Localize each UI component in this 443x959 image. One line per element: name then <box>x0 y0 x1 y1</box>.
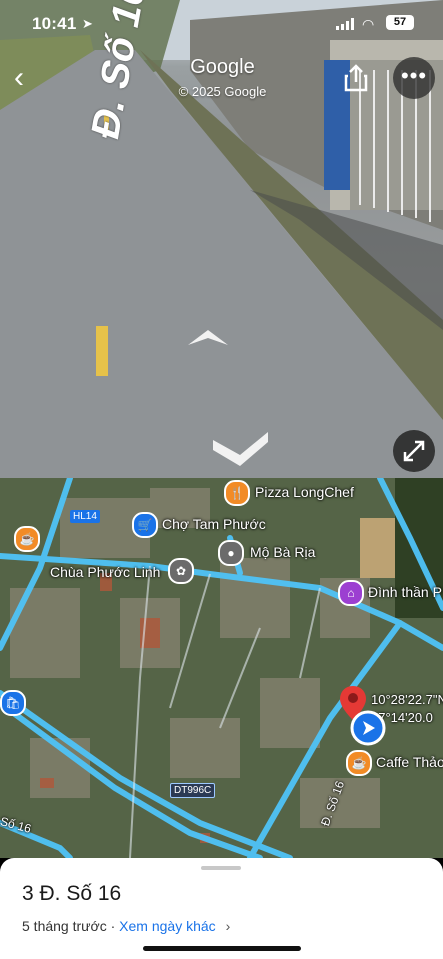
road-label-hl14: HL14 <box>70 510 100 523</box>
cafe-icon[interactable]: ☕ <box>14 526 40 552</box>
separator: · <box>110 918 116 934</box>
address-title: 3 Đ. Số 16 <box>22 882 122 905</box>
back-arrow-icon[interactable]: ‹ <box>14 63 42 93</box>
status-bar: 10:41 ➤ ◠ 57 <box>0 0 443 44</box>
restaurant-icon[interactable]: 🍴 <box>224 480 250 506</box>
copyright-text: © 2025 Google <box>178 84 267 99</box>
more-options-icon[interactable]: ••• <box>393 57 435 99</box>
bottom-sheet[interactable]: 3 Đ. Số 16 5 tháng trước · Xem ngày khác… <box>0 858 443 959</box>
capture-info: 5 tháng trước · Xem ngày khác › <box>22 918 230 934</box>
chevron-right-icon[interactable]: › <box>226 918 231 934</box>
sheet-handle[interactable] <box>201 866 241 870</box>
home-indicator <box>143 946 301 951</box>
temple-icon[interactable]: ✿ <box>168 558 194 584</box>
location-arrow-icon: ➤ <box>82 16 93 31</box>
street-view-panel[interactable]: Đ. Số 16 10:41 ➤ ◠ 57 ‹ Google © 2025 Go… <box>0 0 443 478</box>
poi-cho-tam-phuoc[interactable]: Chợ Tam Phước <box>162 516 266 532</box>
poi-pizza-longchef[interactable]: Pizza LongChef <box>255 484 354 500</box>
poi-caffe-thao[interactable]: Caffe Thảo <box>376 754 443 770</box>
street-view-title: Google <box>190 56 255 78</box>
wifi-icon: ◠ <box>362 16 375 32</box>
coordinate-lat: 10°28'22.7"N <box>371 692 443 707</box>
signal-icon <box>336 18 354 30</box>
map-roads <box>0 478 443 858</box>
map-view[interactable]: HL14 DT996C Đ. Số 16 Số 16 🍴 Pizza LongC… <box>0 478 443 858</box>
poi-chua-phuoc-linh[interactable]: Chùa Phước Linh <box>50 564 160 580</box>
clock: 10:41 <box>32 14 77 33</box>
time-ago: 5 tháng trước <box>22 918 107 934</box>
poi-mo-ba-ria[interactable]: Mộ Bà Rịa <box>250 544 315 560</box>
expand-icon[interactable] <box>393 430 435 472</box>
shrine-icon[interactable]: ⌂ <box>338 580 364 606</box>
battery-indicator: 57 <box>386 15 414 30</box>
streetview-position-icon[interactable] <box>350 710 386 746</box>
road-label-dt996c: DT996C <box>170 783 216 798</box>
share-icon[interactable] <box>340 62 372 94</box>
poi-dinh-than[interactable]: Đình thần P <box>368 584 442 600</box>
cafe-icon-2[interactable]: ☕ <box>346 750 372 776</box>
shopping-cart-icon[interactable]: 🛒 <box>132 512 158 538</box>
shop-icon[interactable]: 🛍 <box>0 690 26 716</box>
other-dates-link[interactable]: Xem ngày khác <box>119 918 216 934</box>
place-icon[interactable]: ● <box>218 540 244 566</box>
